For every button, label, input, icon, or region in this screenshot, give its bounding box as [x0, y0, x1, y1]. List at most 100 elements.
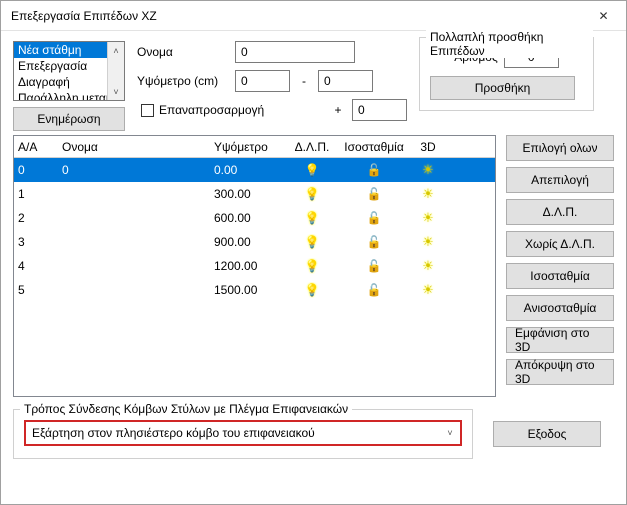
range-dash: -	[298, 74, 310, 88]
cell-filler	[442, 217, 495, 219]
dlp-button[interactable]: Δ.Λ.Π.	[506, 199, 614, 225]
no-dlp-button[interactable]: Χωρίς Δ.Λ.Π.	[506, 231, 614, 257]
dialog-window: Επεξεργασία Επιπέδων ΧZ ✕ Νέα στάθμη Επε…	[0, 0, 627, 505]
cell-iso[interactable]: 🔓	[334, 210, 414, 226]
height-to-input[interactable]	[318, 70, 373, 92]
sun-icon: ☀	[422, 258, 434, 274]
lock-open-icon: 🔓	[367, 235, 382, 249]
deselect-button[interactable]: Απεπιλογή	[506, 167, 614, 193]
dialog-title: Επεξεργασία Επιπέδων ΧZ	[11, 9, 157, 23]
noiso-button[interactable]: Ανισοσταθμία	[506, 295, 614, 321]
cell-height: 1500.00	[210, 282, 290, 298]
select-all-button[interactable]: Επιλογή ολων	[506, 135, 614, 161]
readjust-label: Επαναπροσαρμογή	[159, 103, 264, 117]
lock-open-icon: 🔓	[367, 259, 382, 273]
cell-name	[58, 217, 210, 219]
action-listbox[interactable]: Νέα στάθμη Επεξεργασία Διαγραφή Παράλληλ…	[13, 41, 125, 101]
plus-label: +	[332, 103, 344, 117]
iso-button[interactable]: Ισοσταθμία	[506, 263, 614, 289]
add-button[interactable]: Προσθήκη	[430, 76, 575, 100]
side-buttons: Επιλογή ολων Απεπιλογή Δ.Λ.Π. Χωρίς Δ.Λ.…	[506, 135, 614, 397]
bulb-on-icon: 💡	[305, 259, 320, 273]
cell-dlp[interactable]: 💡	[290, 162, 334, 178]
cell-name	[58, 193, 210, 195]
scroll-down-icon[interactable]: ˅	[108, 83, 124, 100]
cell-aa: 2	[14, 210, 58, 226]
update-button[interactable]: Ενημέρωση	[13, 107, 125, 131]
col-aa[interactable]: Α/Α	[14, 139, 58, 155]
cell-height: 300.00	[210, 186, 290, 202]
hide3d-button[interactable]: Απόκρυψη στο 3D	[506, 359, 614, 385]
sun-icon: ☀	[422, 282, 434, 298]
cell-name: 0	[58, 162, 210, 178]
bulb-on-icon: 💡	[305, 211, 320, 225]
cell-filler	[442, 241, 495, 243]
cell-3d[interactable]: ☀	[414, 161, 442, 179]
listbox-scrollbar[interactable]: ˄ ˅	[107, 42, 124, 100]
heightometer-label: Υψόμετρο (cm)	[137, 74, 227, 88]
connection-fieldset: Τρόπος Σύνδεσης Κόμβων Στύλων με Πλέγμα …	[13, 409, 473, 459]
col-ypo[interactable]: Υψόμετρο	[210, 139, 290, 155]
col-dlp[interactable]: Δ.Λ.Π.	[290, 139, 334, 155]
show3d-button[interactable]: Εμφάνιση στο 3D	[506, 327, 614, 353]
height-plus-input[interactable]	[352, 99, 407, 121]
bulb-on-icon: 💡	[305, 187, 320, 201]
col-3d[interactable]: 3D	[414, 139, 442, 155]
table-row[interactable]: 2 600.00 💡 🔓 ☀	[14, 206, 495, 230]
name-label: Ονομα	[137, 45, 227, 59]
exit-button[interactable]: Εξοδος	[493, 421, 601, 447]
scroll-up-icon[interactable]: ˄	[108, 42, 124, 59]
connection-combo[interactable]: Εξάρτηση στον πλησιέστερο κόμβο του επιφ…	[24, 420, 462, 446]
col-iso[interactable]: Ισοσταθμία	[334, 139, 414, 155]
lock-open-icon: 🔓	[367, 187, 382, 201]
checkbox-box-icon	[141, 104, 154, 117]
cell-dlp[interactable]: 💡	[290, 234, 334, 250]
lock-open-icon: 🔓	[367, 211, 382, 225]
cell-aa: 5	[14, 282, 58, 298]
cell-3d[interactable]: ☀	[414, 281, 442, 299]
readjust-checkbox[interactable]: Επαναπροσαρμογή	[141, 103, 264, 117]
cell-iso[interactable]: 🔓	[334, 258, 414, 274]
cell-dlp[interactable]: 💡	[290, 210, 334, 226]
bulb-off-icon: 💡	[305, 163, 320, 177]
height-from-input[interactable]	[235, 70, 290, 92]
combo-selected-text: Εξάρτηση στον πλησιέστερο κόμβο του επιφ…	[26, 426, 440, 440]
cell-dlp[interactable]: 💡	[290, 282, 334, 298]
table-row[interactable]: 3900.00💡🔓☀	[14, 230, 495, 254]
lock-open-icon: 🔓	[367, 283, 382, 297]
table-header: Α/Α Ονομα Υψόμετρο Δ.Λ.Π. Ισοσταθμία 3D	[14, 136, 495, 158]
cell-height: 600.00	[210, 210, 290, 226]
table-row[interactable]: 1 300.00 💡 🔓 ☀	[14, 182, 495, 206]
cell-filler	[442, 193, 495, 195]
col-name[interactable]: Ονομα	[58, 139, 210, 155]
cell-iso[interactable]: 🔓	[334, 234, 414, 250]
cell-iso[interactable]: 🔓	[334, 162, 414, 178]
name-input[interactable]	[235, 41, 355, 63]
table-row[interactable]: 5 1500.00 💡 🔓 ☀	[14, 278, 495, 302]
cell-aa: 1	[14, 186, 58, 202]
cell-dlp[interactable]: 💡	[290, 258, 334, 274]
cell-3d[interactable]: ☀	[414, 209, 442, 227]
cell-aa: 4	[14, 258, 58, 274]
cell-3d[interactable]: ☀	[414, 257, 442, 275]
sun-icon: ☀	[422, 162, 434, 178]
connection-legend: Τρόπος Σύνδεσης Κόμβων Στύλων με Πλέγμα …	[20, 402, 352, 416]
cell-3d[interactable]: ☀	[414, 185, 442, 203]
sun-icon: ☀	[422, 234, 434, 250]
col-filler	[442, 146, 495, 148]
cell-aa: 3	[14, 234, 58, 250]
titlebar: Επεξεργασία Επιπέδων ΧZ ✕	[1, 1, 626, 31]
sun-icon: ☀	[422, 186, 434, 202]
cell-name	[58, 265, 210, 267]
table-body: 000.00💡🔓☀1300.00💡🔓☀2600.00💡🔓☀3900.00💡🔓☀4…	[14, 158, 495, 396]
cell-dlp[interactable]: 💡	[290, 186, 334, 202]
close-button[interactable]: ✕	[581, 1, 626, 31]
bulb-on-icon: 💡	[305, 283, 320, 297]
cell-iso[interactable]: 🔓	[334, 186, 414, 202]
cell-iso[interactable]: 🔓	[334, 282, 414, 298]
table-row[interactable]: 000.00💡🔓☀	[14, 158, 495, 182]
cell-name	[58, 289, 210, 291]
sun-icon: ☀	[422, 210, 434, 226]
table-row[interactable]: 41200.00💡🔓☀	[14, 254, 495, 278]
cell-3d[interactable]: ☀	[414, 233, 442, 251]
